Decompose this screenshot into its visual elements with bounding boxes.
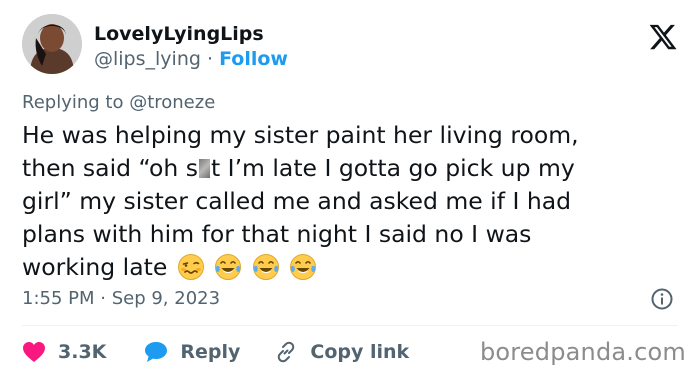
- display-name[interactable]: LovelyLyingLips: [94, 22, 288, 46]
- avatar-photo: [22, 14, 82, 74]
- copy-link-label: Copy link: [310, 341, 410, 363]
- like-count: 3.3K: [58, 341, 107, 363]
- copy-link-button[interactable]: Copy link: [274, 340, 409, 364]
- follow-button[interactable]: Follow: [219, 48, 288, 70]
- tweet-text: He was helping my sister paint her livin…: [22, 119, 672, 284]
- censor-block: [198, 159, 210, 178]
- speech-bubble-icon: [145, 342, 168, 362]
- watermark: boredpanda.com: [479, 338, 686, 366]
- x-logo-icon[interactable]: [648, 22, 678, 52]
- link-icon: [278, 341, 295, 363]
- heart-icon: [23, 342, 45, 362]
- like-button[interactable]: 3.3K: [22, 341, 106, 363]
- user-info: LovelyLyingLips @lips_lying · Follow: [94, 22, 288, 72]
- tweet-line: working late: [22, 251, 672, 284]
- tears-of-joy-icon: [215, 254, 242, 280]
- tweet-line: He was helping my sister paint her livin…: [22, 121, 579, 149]
- reply-button[interactable]: Reply: [144, 341, 240, 363]
- tweet-line: girl” my sister called me and asked me i…: [22, 187, 572, 215]
- action-bar: 3.3K Reply Copy link: [22, 336, 409, 368]
- divider: [22, 325, 678, 326]
- woozy-face-icon: [177, 254, 204, 280]
- replying-to: Replying to @troneze: [22, 92, 216, 113]
- tweet-line: then said “oh s t I’m late I gotta go pic…: [22, 152, 672, 185]
- tweet-header: LovelyLyingLips @lips_lying · Follow: [22, 14, 682, 76]
- tweet-timestamp[interactable]: 1:55 PM · Sep 9, 2023: [22, 288, 220, 309]
- separator: ·: [206, 48, 214, 70]
- info-icon[interactable]: [650, 287, 674, 311]
- tweet-text-segment: working late: [22, 253, 168, 281]
- avatar[interactable]: [22, 14, 82, 74]
- tweet-line: plans with him for that night I said no …: [22, 220, 532, 248]
- handle-row: @lips_lying · Follow: [94, 46, 288, 72]
- handle[interactable]: @lips_lying: [94, 48, 201, 70]
- tweet-text-segment: then said “oh s: [22, 154, 198, 182]
- tears-of-joy-icon: [290, 254, 317, 280]
- tweet-text-segment: t I’m late I gotta go pick up my: [210, 154, 575, 182]
- tears-of-joy-icon: [252, 254, 279, 280]
- reply-label: Reply: [180, 341, 241, 363]
